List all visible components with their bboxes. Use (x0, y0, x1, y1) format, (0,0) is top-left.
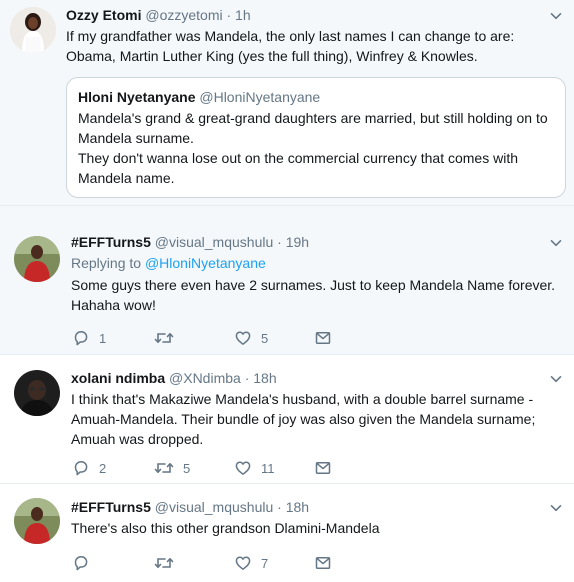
retweet-icon (154, 554, 174, 572)
tweet-header: xolani ndimba @XNdimba · 18h (71, 369, 562, 387)
like-button[interactable]: 7 (234, 554, 314, 572)
quoted-tweet-text-2: They don't wanna lose out on the commerc… (78, 150, 518, 186)
display-name[interactable]: Ozzy Etomi (66, 7, 141, 23)
quoted-tweet-header: Hloni Nyetanyane @HloniNyetanyane (78, 88, 554, 106)
chevron-down-icon[interactable] (550, 373, 562, 385)
replying-to-label: Replying to (71, 255, 142, 271)
tweet-reply[interactable]: #EFFTurns5 @visual_mqushulu · 18h There'… (0, 484, 574, 582)
separator-dot: · (244, 370, 250, 386)
avatar[interactable] (14, 498, 60, 544)
tweet-text: Some guys there even have 2 surnames. Ju… (71, 277, 556, 313)
reply-button[interactable]: 2 (72, 459, 154, 477)
timestamp[interactable]: 1h (235, 7, 251, 23)
message-button[interactable] (314, 554, 332, 572)
quoted-tweet[interactable]: Hloni Nyetanyane @HloniNyetanyane Mandel… (66, 77, 566, 198)
chevron-down-icon[interactable] (550, 10, 562, 22)
user-handle[interactable]: @ozzyetomi (145, 7, 222, 23)
like-count: 5 (261, 330, 269, 346)
like-button[interactable]: 5 (234, 329, 314, 347)
tweet-reply[interactable]: #EFFTurns5 @visual_mqushulu · 19h Replyi… (0, 206, 574, 355)
display-name[interactable]: #EFFTurns5 (71, 234, 151, 250)
reply-icon (72, 329, 90, 347)
replying-to: Replying to @HloniNyetanyane (71, 253, 562, 273)
separator-dot: · (277, 234, 282, 250)
quoted-display-name: Hloni Nyetanyane (78, 89, 196, 105)
message-button[interactable] (314, 459, 332, 477)
retweet-button[interactable] (154, 554, 234, 572)
like-count: 11 (261, 460, 275, 476)
message-button[interactable] (314, 329, 332, 347)
retweet-icon (154, 459, 174, 477)
avatar[interactable] (10, 7, 56, 53)
tweet-actions: 7 (72, 554, 332, 572)
user-handle[interactable]: @visual_mqushulu (155, 499, 274, 515)
tweet-actions: 2 5 11 (72, 459, 332, 477)
replying-to-handle-link[interactable]: @HloniNyetanyane (145, 255, 266, 271)
reply-icon (72, 459, 90, 477)
avatar-man-red-shirt-icon (14, 236, 60, 282)
reply-count: 1 (99, 330, 107, 346)
avatar-woman-icon (10, 7, 56, 53)
like-icon (234, 554, 252, 572)
chevron-down-icon[interactable] (550, 502, 562, 514)
avatar-man-red-shirt-icon (14, 498, 60, 544)
tweet-text: There's also this other grandson Dlamini… (71, 520, 380, 536)
quoted-user-handle: @HloniNyetanyane (199, 89, 321, 105)
separator-dot: · (277, 499, 282, 515)
user-handle[interactable]: @XNdimba (169, 370, 241, 386)
retweet-count: 5 (183, 460, 191, 476)
message-icon (314, 554, 332, 572)
tweet-header: Ozzy Etomi @ozzyetomi · 1h (66, 6, 562, 24)
timestamp[interactable]: 19h (286, 234, 309, 250)
quoted-tweet-text: Mandela's grand & great-grand daughters … (78, 110, 548, 146)
tweet-text: If my grandfather was Mandela, the only … (66, 28, 515, 64)
reply-button[interactable] (72, 554, 154, 572)
tweet-ozzy-etomi[interactable]: Ozzy Etomi @ozzyetomi · 1h If my grandfa… (0, 0, 574, 206)
like-icon (234, 459, 252, 477)
user-handle[interactable]: @visual_mqushulu (155, 234, 274, 250)
tweet-text: I think that's Makaziwe Mandela's husban… (71, 391, 536, 447)
tweet-reply[interactable]: xolani ndimba @XNdimba · 18h I think tha… (0, 355, 574, 484)
like-button[interactable]: 11 (234, 459, 314, 477)
display-name[interactable]: #EFFTurns5 (71, 499, 151, 515)
like-icon (234, 329, 252, 347)
retweet-icon (154, 329, 174, 347)
avatar-man-dark-icon (14, 370, 60, 416)
avatar[interactable] (14, 236, 60, 282)
avatar[interactable] (14, 370, 60, 416)
reply-count: 2 (99, 460, 107, 476)
reply-button[interactable]: 1 (72, 329, 154, 347)
like-count: 7 (261, 555, 269, 571)
timestamp[interactable]: 18h (286, 499, 309, 515)
chevron-down-icon[interactable] (550, 237, 562, 249)
display-name[interactable]: xolani ndimba (71, 370, 165, 386)
separator-dot: · (226, 7, 232, 23)
retweet-button[interactable] (154, 329, 234, 347)
message-icon (314, 459, 332, 477)
timestamp[interactable]: 18h (253, 370, 276, 386)
message-icon (314, 329, 332, 347)
reply-icon (72, 554, 90, 572)
tweet-actions: 1 5 (72, 329, 332, 347)
tweet-header: #EFFTurns5 @visual_mqushulu · 18h (71, 498, 562, 516)
retweet-button[interactable]: 5 (154, 459, 234, 477)
tweet-header: #EFFTurns5 @visual_mqushulu · 19h (71, 233, 562, 251)
